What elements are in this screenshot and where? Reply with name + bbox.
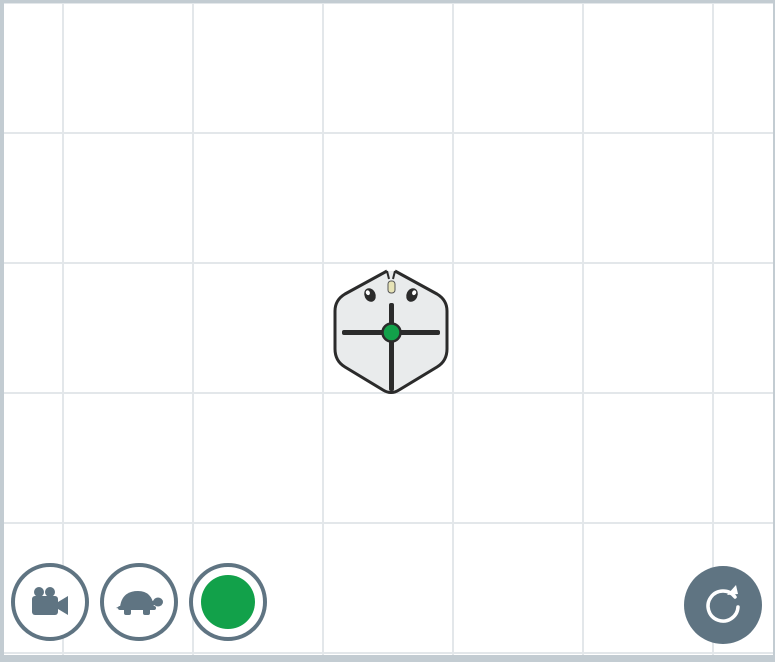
robot[interactable] [331, 265, 451, 397]
pen-color-button[interactable] [189, 563, 267, 641]
drawing-canvas[interactable] [4, 3, 773, 655]
video-camera-icon [32, 587, 68, 615]
hexagon-robot-icon [333, 269, 449, 394]
camera-button[interactable] [11, 563, 89, 641]
pen-color-swatch [201, 575, 255, 629]
reset-button[interactable] [684, 566, 762, 644]
speed-button[interactable] [100, 563, 178, 641]
reset-rotate-icon [706, 585, 740, 623]
app-frame [0, 0, 775, 662]
turtle-icon [116, 591, 163, 615]
